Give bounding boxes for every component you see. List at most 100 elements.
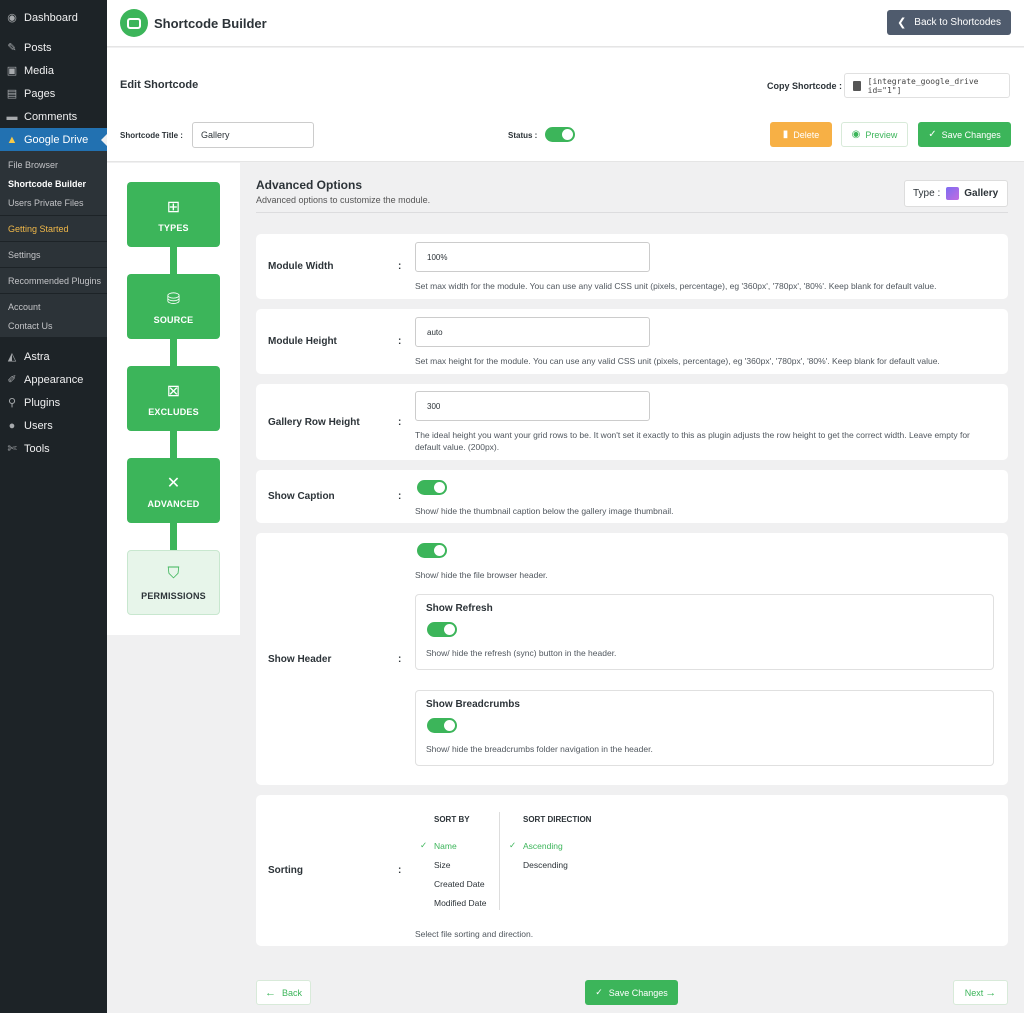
- gallery-row-height-card: Gallery Row Height : 300 The ideal heigh…: [256, 384, 1008, 460]
- sort-option-label: Name: [434, 840, 457, 851]
- sorting-card: Sorting : SORT BY ✓ Name Size Created Dat…: [256, 795, 1008, 946]
- colon: :: [398, 491, 402, 502]
- show-breadcrumbs-toggle[interactable]: [427, 718, 457, 733]
- module-width-input[interactable]: 100%: [415, 242, 650, 272]
- media-icon: ▣: [6, 64, 18, 77]
- submenu-file-browser[interactable]: File Browser: [0, 155, 107, 174]
- check-icon: ✓: [595, 987, 603, 997]
- module-height-input[interactable]: auto: [415, 317, 650, 347]
- sort-option-size[interactable]: Size: [420, 855, 486, 874]
- arrow-right-icon: →: [985, 986, 997, 999]
- colon: :: [398, 261, 402, 272]
- section-title: Advanced Options: [256, 178, 363, 192]
- submenu-contact-us[interactable]: Contact Us: [0, 316, 107, 335]
- menu-tools[interactable]: ✄ Tools: [0, 437, 107, 460]
- gallery-row-height-desc: The ideal height you want your grid rows…: [415, 430, 970, 452]
- footer-save-changes-button[interactable]: ✓ Save Changes: [585, 980, 678, 1005]
- module-height-card: Module Height : auto Set max height for …: [256, 309, 1008, 374]
- sort-divider: [499, 812, 500, 910]
- show-caption-toggle[interactable]: [417, 480, 447, 495]
- module-width-card: Module Width : 100% Set max width for th…: [256, 234, 1008, 299]
- show-refresh-toggle[interactable]: [427, 622, 457, 637]
- submenu-users-private-files[interactable]: Users Private Files: [0, 193, 107, 212]
- submenu-settings[interactable]: Settings: [0, 245, 107, 264]
- menu-comments[interactable]: ▬ Comments: [0, 105, 107, 128]
- step-label: SOURCE: [153, 314, 194, 325]
- menu-appearance[interactable]: ✐ Appearance: [0, 368, 107, 391]
- step-excludes[interactable]: ⊠ EXCLUDES: [127, 366, 220, 431]
- menu-label: Astra: [24, 350, 50, 363]
- arrow-left-icon: ←: [264, 986, 276, 999]
- edit-bar: Edit Shortcode Copy Shortcode : [integra…: [107, 48, 1024, 162]
- steps-panel: ⊞ TYPES ⛁ SOURCE ⊠ EXCLUDES ✕ ADVANCED ⛉…: [107, 163, 240, 635]
- check-icon: ✓: [928, 129, 937, 140]
- show-breadcrumbs-desc: Show/ hide the breadcrumbs folder naviga…: [426, 744, 653, 754]
- wp-admin-sidebar: ◉ Dashboard ✎ Posts ▣ Media ▤ Pages ▬ Comment…: [0, 0, 107, 1013]
- shortcode-title-label: Shortcode Title :: [120, 131, 183, 140]
- show-header-label: Show Header: [268, 654, 332, 665]
- sort-option-created-date[interactable]: Created Date: [420, 874, 486, 893]
- sort-option-label: Modified Date: [434, 897, 487, 908]
- submenu-getting-started[interactable]: Getting Started: [0, 219, 107, 238]
- pages-icon: ▤: [6, 87, 18, 100]
- delete-button[interactable]: ▮ Delete: [770, 122, 832, 147]
- show-refresh-title: Show Refresh: [426, 603, 493, 614]
- show-header-toggle[interactable]: [417, 543, 447, 558]
- show-header-card: Show Header : Show/ hide the file browse…: [256, 533, 1008, 785]
- menu-label: Media: [24, 64, 54, 77]
- comments-icon: ▬: [6, 110, 18, 123]
- menu-posts[interactable]: ✎ Posts: [0, 36, 107, 59]
- top-bar: Shortcode Builder ❮ Back to Shortcodes: [107, 0, 1024, 47]
- menu-label: Tools: [24, 442, 50, 455]
- plugins-icon: ⚲: [7, 396, 17, 409]
- sort-option-name[interactable]: ✓ Name: [420, 836, 486, 855]
- sort-by-column: SORT BY ✓ Name Size Created Date Modified…: [420, 815, 486, 912]
- preview-button[interactable]: ◉ Preview: [841, 122, 908, 147]
- submenu-divider: [0, 241, 107, 242]
- submenu-shortcode-builder[interactable]: Shortcode Builder: [0, 174, 107, 193]
- status-toggle[interactable]: [545, 127, 575, 142]
- step-source[interactable]: ⛁ SOURCE: [127, 274, 220, 339]
- section-divider: [256, 212, 1008, 213]
- shortcode-title-input[interactable]: Gallery: [192, 122, 314, 148]
- copy-shortcode-box[interactable]: [integrate_google_drive id="1"]: [844, 73, 1010, 98]
- menu-astra[interactable]: ◭ Astra: [0, 345, 107, 368]
- users-icon: ●: [8, 419, 16, 432]
- show-caption-desc: Show/ hide the thumbnail caption below t…: [415, 506, 674, 516]
- save-changes-button[interactable]: ✓ Save Changes: [918, 122, 1011, 147]
- step-permissions[interactable]: ⛉ PERMISSIONS: [127, 550, 220, 615]
- copy-icon[interactable]: [853, 80, 861, 91]
- step-types[interactable]: ⊞ TYPES: [127, 182, 220, 247]
- preview-label: Preview: [865, 129, 898, 140]
- back-to-shortcodes-button[interactable]: ❮ Back to Shortcodes: [887, 10, 1011, 35]
- eye-icon: ◉: [851, 129, 861, 140]
- menu-users[interactable]: ● Users: [0, 414, 107, 437]
- sorting-desc: Select file sorting and direction.: [415, 929, 534, 939]
- status-label: Status :: [508, 131, 538, 140]
- shortcode-builder-logo-icon: [120, 9, 148, 37]
- back-button[interactable]: ← Back: [256, 980, 311, 1005]
- google-drive-submenu: File Browser Shortcode Builder Users Pri…: [0, 151, 107, 337]
- back-to-shortcodes-label: Back to Shortcodes: [914, 17, 1001, 28]
- next-button[interactable]: Next →: [953, 980, 1008, 1005]
- sort-option-label: Created Date: [434, 878, 485, 889]
- sort-direction-ascending[interactable]: ✓ Ascending: [509, 836, 591, 855]
- menu-google-drive[interactable]: ▲ Google Drive: [0, 128, 107, 151]
- menu-pages[interactable]: ▤ Pages: [0, 82, 107, 105]
- show-caption-card: Show Caption : Show/ hide the thumbnail …: [256, 470, 1008, 523]
- menu-media[interactable]: ▣ Media: [0, 59, 107, 82]
- submenu-divider: [0, 293, 107, 294]
- next-label: Next: [964, 987, 984, 998]
- menu-plugins[interactable]: ⚲ Plugins: [0, 391, 107, 414]
- sort-option-modified-date[interactable]: Modified Date: [420, 893, 486, 912]
- submenu-account[interactable]: Account: [0, 297, 107, 316]
- gallery-row-height-input[interactable]: 300: [415, 391, 650, 421]
- sort-direction-descending[interactable]: Descending: [509, 855, 591, 874]
- type-value: Gallery: [964, 188, 999, 199]
- astra-icon: ◭: [7, 350, 17, 363]
- shield-check-icon: ⛉: [167, 564, 180, 582]
- submenu-recommended-plugins[interactable]: Recommended Plugins: [0, 271, 107, 290]
- step-advanced[interactable]: ✕ ADVANCED: [127, 458, 220, 523]
- step-label: PERMISSIONS: [141, 590, 206, 601]
- menu-dashboard[interactable]: ◉ Dashboard: [0, 6, 107, 29]
